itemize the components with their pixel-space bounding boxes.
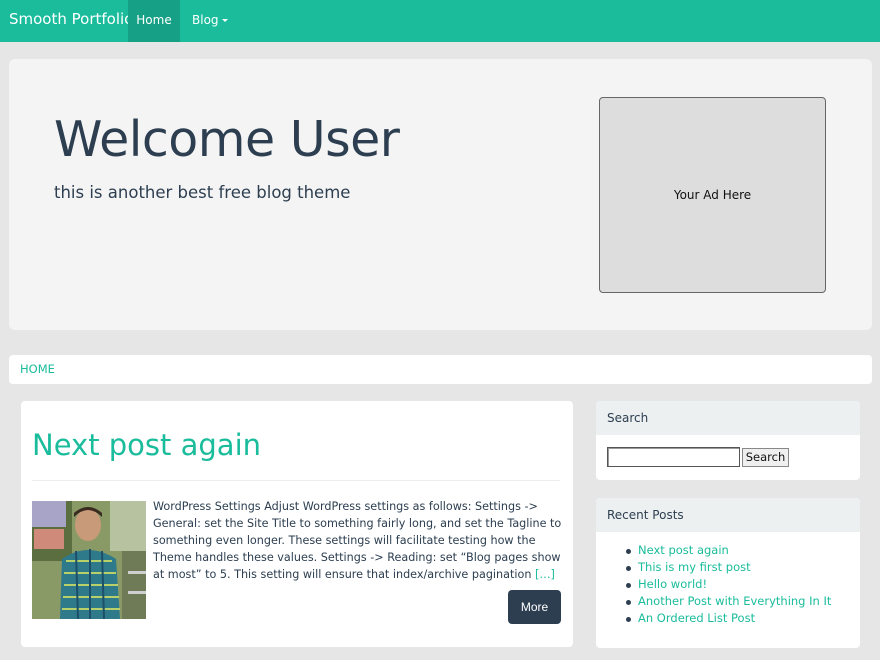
- recent-post-link[interactable]: Hello world!: [625, 576, 831, 593]
- caret-down-icon: [221, 19, 228, 22]
- post-excerpt-text: WordPress Settings Adjust WordPress sett…: [153, 500, 562, 581]
- ad-text: Your Ad Here: [673, 188, 752, 202]
- top-navbar: Smooth Portfolio Home Blog: [0, 0, 880, 42]
- search-button[interactable]: Search: [742, 448, 789, 467]
- search-widget: Search Search: [596, 401, 860, 480]
- search-input[interactable]: [607, 447, 740, 467]
- post-title-link[interactable]: Next post again: [32, 428, 261, 462]
- post-card: Next post again WordPress Settings Adjus…: [21, 401, 573, 647]
- recent-posts-title: Recent Posts: [596, 498, 860, 532]
- more-button[interactable]: More: [508, 590, 561, 624]
- hero-jumbotron: Welcome User this is another best free b…: [9, 59, 872, 330]
- post-excerpt: WordPress Settings Adjust WordPress sett…: [153, 498, 563, 583]
- post-thumbnail[interactable]: [32, 501, 146, 619]
- post-divider: [32, 480, 560, 481]
- read-more-ellipsis-link[interactable]: […]: [535, 568, 555, 581]
- ad-placeholder[interactable]: Your Ad Here: [599, 97, 826, 293]
- recent-post-link[interactable]: This is my first post: [625, 559, 831, 576]
- recent-posts-widget: Recent Posts Next post again This is my …: [596, 498, 860, 648]
- post-thumbnail-photo: [32, 501, 146, 619]
- site-brand[interactable]: Smooth Portfolio: [9, 0, 133, 42]
- recent-post-link[interactable]: Another Post with Everything In It: [625, 593, 831, 610]
- nav-item-home[interactable]: Home: [128, 0, 180, 42]
- recent-post-link[interactable]: Next post again: [625, 542, 831, 559]
- hero-title: Welcome User: [54, 111, 400, 168]
- nav-item-blog[interactable]: Blog: [192, 0, 228, 42]
- recent-posts-list: Next post again This is my first post He…: [625, 542, 831, 627]
- recent-post-link[interactable]: An Ordered List Post: [625, 610, 831, 627]
- hero-tagline: this is another best free blog theme: [54, 183, 351, 202]
- breadcrumb-home-link[interactable]: HOME: [20, 355, 55, 384]
- search-widget-title: Search: [596, 401, 860, 435]
- nav-item-blog-label: Blog: [192, 13, 219, 27]
- breadcrumb: HOME: [9, 355, 872, 384]
